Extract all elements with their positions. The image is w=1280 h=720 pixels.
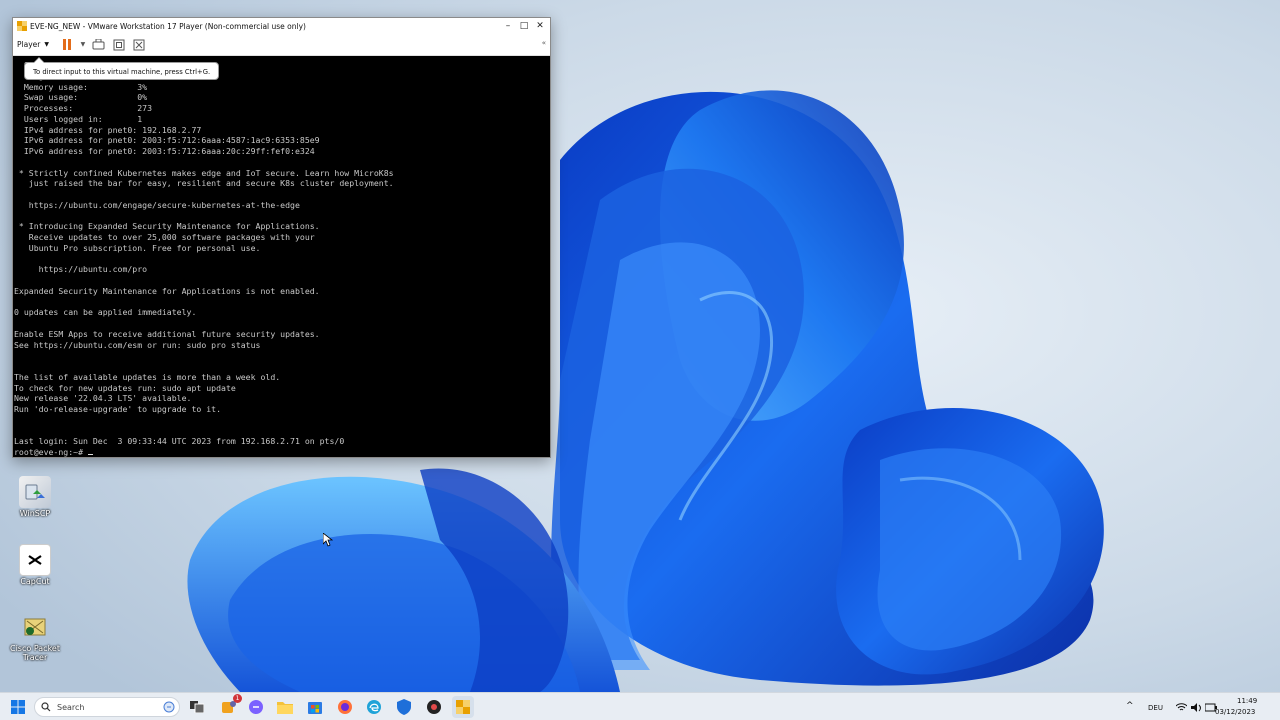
- shield-icon: [397, 699, 411, 715]
- clock-date[interactable]: 03/12/2023: [1215, 708, 1255, 716]
- console-line: IPv6 address for pnet0: 2003:f5:712:6aaa…: [14, 135, 320, 146]
- defender-button[interactable]: [393, 696, 415, 718]
- winscp-icon: [19, 476, 51, 508]
- console-line: IPv4 address for pnet0: 192.168.2.77: [14, 124, 202, 135]
- player-menu[interactable]: Player ▼: [17, 40, 49, 49]
- edge-button[interactable]: [363, 696, 385, 718]
- console-line: Users logged in: 1: [14, 113, 143, 124]
- window-titlebar[interactable]: EVE-NG_NEW - VMware Workstation 17 Playe…: [13, 18, 550, 34]
- search-icon: [41, 702, 51, 712]
- console-line: * Introducing Expanded Security Maintena…: [14, 221, 320, 232]
- console-line: Swap usage: 0%: [14, 92, 148, 103]
- desktop-icon-packet-tracer[interactable]: Cisco Packet Tracer: [0, 611, 70, 663]
- store-button[interactable]: [304, 696, 326, 718]
- console-line: Ubuntu Pro subscription. Free for person…: [14, 242, 261, 253]
- vmware-icon: [456, 700, 470, 714]
- chevron-down-icon: ▼: [44, 41, 49, 48]
- vm-console[interactable]: System load: 0.07 Usage of /: 2.3% of 90…: [13, 56, 550, 457]
- console-line: 0 updates can be applied immediately.: [14, 307, 197, 318]
- teams-button[interactable]: 1: [218, 694, 242, 718]
- power-dropdown-chevron-icon[interactable]: ▼: [79, 38, 87, 52]
- player-toolbar: Player ▼ ▼ «: [13, 34, 550, 56]
- console-line: Receive updates to over 25,000 software …: [14, 232, 315, 242]
- unity-mode-icon[interactable]: [131, 38, 147, 52]
- teams-badge: 1: [233, 694, 242, 703]
- console-line: New release '22.04.3 LTS' available.: [14, 393, 192, 404]
- wifi-icon[interactable]: [1176, 703, 1187, 712]
- desktop-icon-label: Cisco Packet Tracer: [10, 644, 60, 662]
- app-button-dark[interactable]: [423, 696, 445, 718]
- taskbar: Search 1 ^ DEU 11:49 03/12/2023: [0, 692, 1280, 720]
- desktop-icon-label: WinSCP: [19, 509, 51, 518]
- text-cursor: [87, 454, 93, 455]
- console-line: just raised the bar for easy, resilient …: [14, 178, 394, 189]
- windows-icon: [11, 700, 25, 714]
- pause-icon[interactable]: [59, 38, 75, 52]
- desktop-icon-capcut[interactable]: CapCut: [0, 544, 70, 587]
- task-view-icon: [190, 701, 204, 713]
- fit-guest-icon[interactable]: [111, 38, 127, 52]
- start-button[interactable]: [7, 696, 29, 718]
- console-line: Memory usage: 3%: [14, 81, 148, 92]
- console-line: Last login: Sun Dec 3 09:33:44 UTC 2023 …: [14, 436, 345, 447]
- volume-icon[interactable]: [1191, 703, 1202, 712]
- console-line: Enable ESM Apps to receive additional fu…: [14, 328, 320, 339]
- chat-icon: [249, 700, 263, 714]
- mouse-pointer-icon: [323, 533, 333, 547]
- desktop-icon-winscp[interactable]: WinSCP: [0, 476, 70, 519]
- vmware-app-icon: [17, 21, 27, 31]
- console-line: To check for new updates run: sudo apt u…: [14, 382, 236, 393]
- vmware-taskbar-button[interactable]: [452, 696, 474, 718]
- firefox-button[interactable]: [334, 696, 356, 718]
- search-highlight-icon: [163, 701, 175, 713]
- console-line: * Strictly confined Kubernetes makes edg…: [14, 167, 394, 178]
- console-line: The list of available updates is more th…: [14, 371, 281, 382]
- console-line: Expanded Security Maintenance for Applic…: [14, 285, 320, 296]
- chat-button[interactable]: [245, 696, 267, 718]
- show-hidden-icons-chevron-icon[interactable]: ^: [1126, 701, 1134, 711]
- maximize-button[interactable]: □: [516, 18, 532, 34]
- game-icon: [427, 700, 441, 714]
- close-button[interactable]: ✕: [532, 18, 548, 34]
- console-prompt: root@eve-ng:~#: [14, 447, 88, 457]
- console-line: See https://ubuntu.com/esm or run: sudo …: [14, 339, 261, 350]
- search-placeholder: Search: [57, 702, 85, 712]
- window-title: EVE-NG_NEW - VMware Workstation 17 Playe…: [30, 21, 306, 31]
- console-line: Processes: 273: [14, 103, 153, 113]
- edge-icon: [367, 700, 381, 714]
- console-line: Run 'do-release-upgrade' to upgrade to i…: [14, 404, 222, 414]
- ctrl-g-tooltip: To direct input to this virtual machine,…: [24, 57, 220, 80]
- vmware-player-window[interactable]: EVE-NG_NEW - VMware Workstation 17 Playe…: [12, 17, 551, 458]
- store-icon: [308, 702, 322, 714]
- taskbar-search[interactable]: Search: [34, 697, 180, 717]
- task-view-button[interactable]: [186, 696, 208, 718]
- folder-icon: [277, 702, 293, 714]
- file-explorer-button[interactable]: [274, 696, 296, 718]
- console-line: https://ubuntu.com/pro: [14, 264, 148, 275]
- packet-tracer-icon: [19, 611, 51, 643]
- firefox-icon: [338, 700, 352, 714]
- player-menu-label: Player: [17, 40, 41, 49]
- collapse-toolbar-icon[interactable]: «: [542, 39, 546, 47]
- capcut-icon: [19, 544, 51, 576]
- desktop-icon-label: CapCut: [20, 577, 50, 586]
- input-language[interactable]: DEU: [1148, 704, 1163, 712]
- minimize-button[interactable]: –: [500, 18, 516, 34]
- clock-time[interactable]: 11:49: [1237, 697, 1257, 705]
- console-line: IPv6 address for pnet0: 2003:f5:712:6aaa…: [14, 146, 315, 156]
- console-output: System load: 0.07 Usage of /: 2.3% of 90…: [14, 60, 550, 447]
- send-ctrl-alt-del-icon[interactable]: [91, 38, 107, 52]
- console-line: https://ubuntu.com/engage/secure-kuberne…: [14, 199, 300, 210]
